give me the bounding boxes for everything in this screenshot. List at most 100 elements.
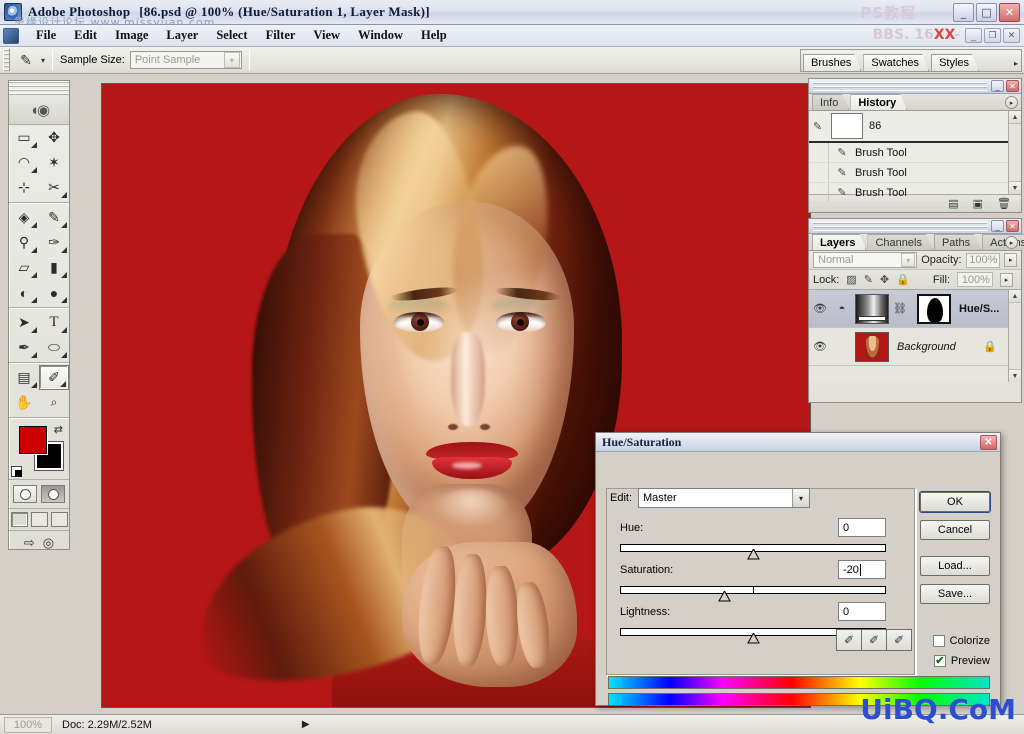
- cancel-button[interactable]: Cancel: [920, 520, 990, 540]
- tab-channels[interactable]: Channels: [867, 234, 932, 250]
- tab-paths[interactable]: Paths: [934, 234, 981, 250]
- hue-slider-track[interactable]: [620, 544, 886, 560]
- menu-select[interactable]: Select: [207, 27, 256, 44]
- chevron-down-icon[interactable]: ▾: [901, 253, 916, 267]
- history-panel-minimize-button[interactable]: _: [991, 80, 1004, 92]
- dialog-title-bar[interactable]: Hue/Saturation ✕: [596, 433, 1000, 452]
- tool-dodge[interactable]: ●: [39, 280, 69, 305]
- history-entry[interactable]: ✎ Brush Tool: [809, 163, 1021, 183]
- scroll-down-icon[interactable]: ▼: [1009, 369, 1021, 382]
- close-button[interactable]: ✕: [999, 3, 1020, 22]
- layers-panel-close-button[interactable]: ✕: [1006, 220, 1019, 232]
- maximize-button[interactable]: □: [976, 3, 997, 22]
- chevron-down-icon[interactable]: ▾: [223, 52, 240, 68]
- saturation-slider-thumb[interactable]: [718, 591, 731, 602]
- lock-image-icon[interactable]: ✎: [864, 273, 873, 286]
- tool-eyedropper[interactable]: ✐: [39, 365, 69, 390]
- tool-pen[interactable]: ✒: [9, 335, 39, 360]
- options-bar-grip[interactable]: [3, 49, 10, 71]
- layer-thumbnail[interactable]: [855, 293, 889, 324]
- layers-panel-grabber[interactable]: [813, 221, 987, 231]
- lightness-input[interactable]: 0: [838, 602, 886, 621]
- lock-position-icon[interactable]: ✥: [880, 273, 889, 286]
- eye-icon[interactable]: 👁: [809, 302, 831, 315]
- foreground-color-swatch[interactable]: [19, 426, 47, 454]
- tab-layers[interactable]: Layers: [812, 234, 866, 250]
- menu-file[interactable]: File: [27, 27, 65, 44]
- eyedropper-icon[interactable]: ✐: [836, 629, 862, 651]
- ok-button[interactable]: OK: [920, 492, 990, 512]
- eyedropper-icon[interactable]: ✎: [13, 49, 39, 71]
- preview-checkbox[interactable]: ✔: [933, 655, 946, 667]
- full-screen-button[interactable]: [50, 512, 68, 527]
- lock-transparency-icon[interactable]: ▨: [846, 273, 856, 286]
- history-panel-title-bar[interactable]: _ ✕: [809, 79, 1021, 94]
- tool-history-brush[interactable]: ✑: [39, 230, 69, 255]
- saturation-input[interactable]: -20: [838, 560, 886, 579]
- layers-scrollbar[interactable]: ▲ ▼: [1008, 290, 1021, 382]
- colorize-row[interactable]: Colorize: [932, 635, 990, 647]
- history-snapshot-row[interactable]: ✎ 86: [809, 111, 1021, 143]
- layer-mask-thumbnail[interactable]: [917, 293, 951, 324]
- saturation-slider-track[interactable]: [620, 586, 886, 602]
- opacity-value[interactable]: 100%: [965, 252, 1001, 268]
- link-icon[interactable]: ⛓: [889, 302, 911, 315]
- colorize-checkbox[interactable]: [932, 635, 945, 647]
- hue-saturation-dialog[interactable]: Hue/Saturation ✕ Edit: Master ▾ Hue: 0 S…: [595, 432, 1001, 706]
- menu-view[interactable]: View: [304, 27, 349, 44]
- menu-image[interactable]: Image: [106, 27, 157, 44]
- history-panel-close-button[interactable]: ✕: [1006, 80, 1019, 92]
- layer-row[interactable]: 👁 ◓ ⛓ Hue/S...: [809, 290, 1021, 328]
- tool-blur[interactable]: ◐: [9, 280, 39, 305]
- fill-value[interactable]: 100%: [956, 272, 993, 287]
- zoom-level-field[interactable]: 100%: [4, 716, 52, 733]
- menu-filter[interactable]: Filter: [257, 27, 305, 44]
- opacity-slider-icon[interactable]: ▸: [1004, 253, 1017, 267]
- scroll-down-icon[interactable]: ▼: [1009, 181, 1021, 194]
- tool-ellipse[interactable]: ⬭: [39, 335, 69, 360]
- doc-close-button[interactable]: ✕: [1003, 28, 1020, 43]
- layers-panel-menu-icon[interactable]: ▸: [1005, 236, 1018, 249]
- layers-list[interactable]: 👁 ◓ ⛓ Hue/S... 👁 Background 🔒 ▲ ▼: [809, 290, 1021, 382]
- save-button[interactable]: Save...: [920, 584, 990, 604]
- fill-slider-icon[interactable]: ▸: [999, 272, 1013, 287]
- menu-help[interactable]: Help: [412, 27, 456, 44]
- eyedropper-minus-icon[interactable]: ✐: [886, 629, 912, 651]
- doc-restore-button[interactable]: ❐: [984, 28, 1001, 43]
- blend-mode-select[interactable]: Normal ▾: [813, 252, 918, 268]
- tool-type[interactable]: T: [39, 310, 69, 335]
- history-scrollbar[interactable]: ▲ ▼: [1008, 111, 1021, 194]
- load-button[interactable]: Load...: [920, 556, 990, 576]
- default-colors-icon[interactable]: [11, 466, 22, 477]
- jump-to-imageready-icon[interactable]: ⇨: [24, 535, 35, 551]
- tool-path-selection[interactable]: ➤: [9, 310, 39, 335]
- tool-brush[interactable]: ✎: [39, 205, 69, 230]
- history-brush-toggle[interactable]: [809, 163, 829, 182]
- tool-magic-wand[interactable]: ✶: [39, 150, 69, 175]
- dialog-close-button[interactable]: ✕: [980, 435, 997, 450]
- tool-move[interactable]: ✥: [39, 125, 69, 150]
- menu-edit[interactable]: Edit: [65, 27, 106, 44]
- status-menu-icon[interactable]: ▶: [302, 719, 310, 730]
- lightness-slider-thumb[interactable]: [747, 633, 760, 644]
- layers-panel-title-bar[interactable]: _ ✕: [809, 219, 1021, 234]
- layer-row[interactable]: 👁 Background 🔒: [809, 328, 1021, 366]
- palette-tab-swatches[interactable]: Swatches: [863, 54, 929, 71]
- tab-info[interactable]: Info: [812, 94, 849, 110]
- history-brush-source-icon[interactable]: ✎: [813, 120, 822, 133]
- hue-input[interactable]: 0: [838, 518, 886, 537]
- hue-slider-thumb[interactable]: [747, 549, 760, 560]
- history-panel-grabber[interactable]: [813, 81, 987, 91]
- eye-icon[interactable]: 👁: [809, 340, 831, 353]
- adjustment-layer-icon[interactable]: ◓: [831, 303, 853, 315]
- menu-layer[interactable]: Layer: [157, 27, 207, 44]
- layer-thumbnail[interactable]: [855, 331, 889, 362]
- preview-row[interactable]: ✔ Preview: [933, 655, 990, 667]
- tool-slice[interactable]: ✂: [39, 175, 69, 200]
- lock-all-icon[interactable]: 🔒: [896, 273, 910, 286]
- tool-gradient[interactable]: ▮: [39, 255, 69, 280]
- scroll-up-icon[interactable]: ▲: [1009, 290, 1021, 303]
- layers-panel-minimize-button[interactable]: _: [991, 220, 1004, 232]
- palette-tab-styles[interactable]: Styles: [931, 54, 979, 71]
- menu-window[interactable]: Window: [349, 27, 412, 44]
